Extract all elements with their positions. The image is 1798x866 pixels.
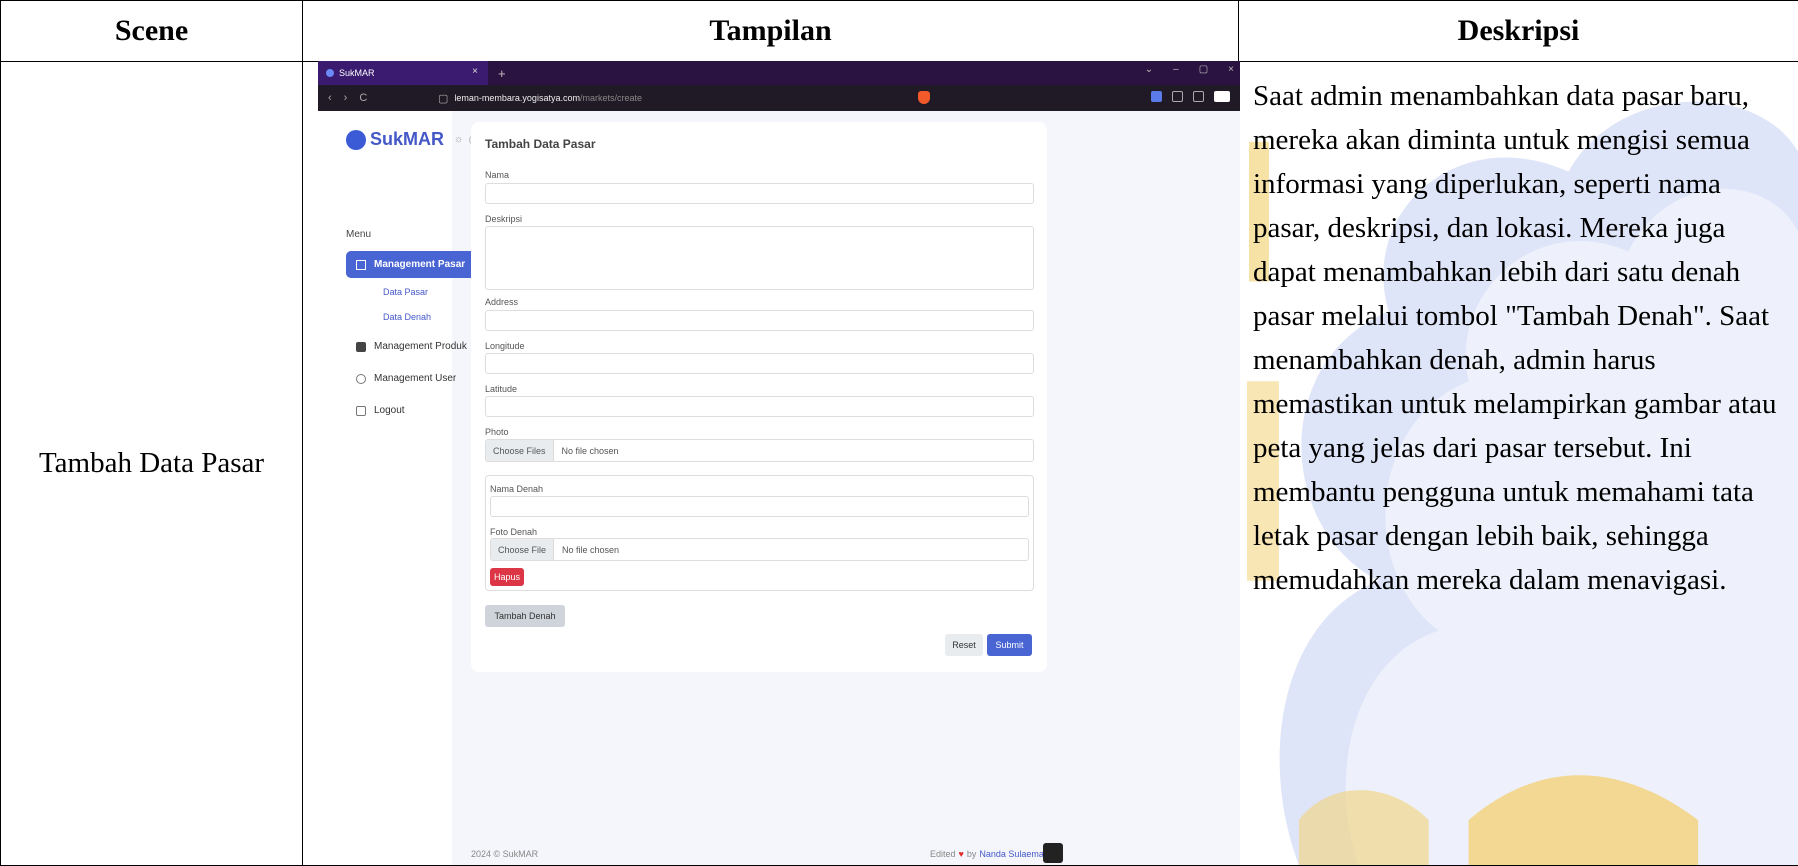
extension-icon[interactable] — [1172, 91, 1183, 102]
header-scene: Scene — [0, 0, 303, 62]
denah-group: Nama Denah Foto Denah Choose File No fil… — [485, 475, 1034, 591]
photo-file-status: No file chosen — [561, 445, 619, 456]
maximize-icon[interactable]: ▢ — [1199, 64, 1208, 75]
footer-edited: Edited — [930, 849, 956, 859]
logout-icon — [356, 405, 366, 416]
tambah-denah-button[interactable]: Tambah Denah — [485, 605, 565, 627]
deskripsi-cell: Saat admin menambahkan data pasar baru, … — [1238, 61, 1798, 866]
sidebar-item-logout[interactable]: Logout — [346, 397, 484, 424]
footer-credit: Edited ♥ by Nanda Sulaeman — [930, 849, 1049, 859]
heart-icon: ♥ — [958, 849, 964, 859]
latitude-label: Latitude — [485, 384, 518, 394]
browser-tab[interactable]: SukMAR × — [318, 61, 488, 85]
foto-denah-choose-button[interactable]: Choose File — [491, 539, 555, 560]
profile-icon[interactable] — [1214, 91, 1230, 102]
form-card: Tambah Data Pasar Nama Deskripsi Address… — [471, 122, 1047, 672]
header-deskripsi: Deskripsi — [1238, 0, 1798, 62]
sidebar: SukMAR ☼ ☾ Menu Management Pasar ⌄ Data … — [318, 111, 504, 865]
new-tab-icon[interactable]: + — [498, 66, 506, 81]
longitude-input[interactable] — [485, 353, 1034, 374]
sidebar-item-label: Management Produk — [374, 341, 467, 352]
nama-denah-input[interactable] — [490, 496, 1029, 517]
back-icon[interactable]: ‹ — [328, 92, 332, 104]
foto-denah-file-input[interactable]: Choose File No file chosen — [490, 538, 1029, 561]
nama-denah-label: Nama Denah — [490, 484, 544, 494]
tab-title: SukMAR — [339, 68, 375, 78]
hapus-button[interactable]: Hapus — [490, 568, 524, 586]
url-field[interactable]: leman-membara.yogisatya.com/markets/crea… — [454, 93, 642, 103]
logo-icon — [346, 129, 366, 150]
extension-icons — [1151, 91, 1230, 102]
users-icon — [356, 373, 366, 384]
submit-button[interactable]: Submit — [987, 634, 1032, 656]
table-header-row: Scene Tampilan Deskripsi — [0, 0, 1798, 62]
close-window-icon[interactable]: × — [1228, 64, 1234, 75]
forward-icon[interactable]: › — [344, 92, 348, 104]
address-bar: ‹ › C ▢ leman-membara.yogisatya.com/mark… — [318, 85, 1240, 111]
address-input[interactable] — [485, 310, 1034, 331]
deskripsi-textarea[interactable] — [485, 226, 1034, 290]
bookmark-icon[interactable]: ▢ — [438, 92, 448, 105]
footer-author-link[interactable]: Nanda Sulaeman — [979, 849, 1049, 859]
logo-text: SukMAR — [370, 129, 445, 149]
brave-shield-icon[interactable] — [918, 91, 930, 104]
header-tampilan: Tampilan — [302, 0, 1239, 62]
address-label: Address — [485, 297, 519, 307]
longitude-label: Longitude — [485, 341, 525, 351]
photo-label: Photo — [485, 427, 509, 437]
reset-button[interactable]: Reset — [945, 634, 983, 656]
footer-copyright: 2024 © SukMAR — [471, 849, 539, 859]
nama-input[interactable] — [485, 183, 1034, 204]
app-screenshot: SukMAR × + ⌄ – ▢ × ‹ › C ▢ leman-membara… — [318, 61, 1240, 865]
description-text: Saat admin menambahkan data pasar baru, … — [1253, 80, 1777, 596]
window-controls: ⌄ – ▢ × — [1145, 64, 1234, 75]
store-icon — [356, 259, 366, 270]
photo-file-input[interactable]: Choose Files No file chosen — [485, 439, 1034, 462]
minimize-icon[interactable]: – — [1173, 64, 1179, 75]
menu-title: Menu — [346, 229, 372, 240]
favicon-icon — [326, 69, 334, 77]
nama-label: Nama — [485, 170, 510, 180]
nav-buttons: ‹ › C — [318, 92, 458, 104]
footer-by: by — [966, 849, 977, 859]
sidebar-item-management-produk[interactable]: Management Produk ⌄ — [346, 333, 484, 360]
sidebar-item-management-user[interactable]: Management User — [346, 365, 484, 392]
foto-denah-file-status: No file chosen — [562, 544, 620, 555]
extension-icon[interactable] — [1151, 91, 1162, 102]
sidebar-subitem-data-pasar[interactable]: Data Pasar — [383, 287, 428, 297]
url-host: leman-membara.yogisatya.com — [454, 93, 580, 103]
foto-denah-label: Foto Denah — [490, 527, 538, 537]
tab-close-icon[interactable]: × — [472, 66, 478, 77]
flame-icon — [1043, 843, 1063, 863]
scene-cell: Tambah Data Pasar — [0, 61, 303, 866]
deskripsi-label: Deskripsi — [485, 214, 523, 224]
sidebar-subitem-data-denah[interactable]: Data Denah — [383, 312, 431, 322]
photo-choose-button[interactable]: Choose Files — [486, 440, 554, 461]
reload-icon[interactable]: C — [359, 92, 367, 104]
sidebar-item-label: Logout — [374, 405, 405, 416]
sidebar-item-label: Management Pasar — [374, 259, 466, 270]
app-body: SukMAR ☼ ☾ Menu Management Pasar ⌄ Data … — [318, 111, 1240, 865]
browser-tab-bar: SukMAR × + ⌄ – ▢ × — [318, 61, 1240, 85]
url-path: /markets/create — [579, 93, 642, 103]
sidebar-icon[interactable] — [1193, 91, 1204, 102]
page-title: Tambah Data Pasar — [485, 137, 596, 151]
sidebar-item-management-pasar[interactable]: Management Pasar ⌄ — [346, 251, 484, 278]
sidebar-item-label: Management User — [374, 373, 457, 384]
latitude-input[interactable] — [485, 396, 1034, 417]
sun-icon: ☼ — [454, 134, 464, 145]
bag-icon — [356, 341, 366, 352]
tab-search-icon[interactable]: ⌄ — [1145, 64, 1153, 75]
